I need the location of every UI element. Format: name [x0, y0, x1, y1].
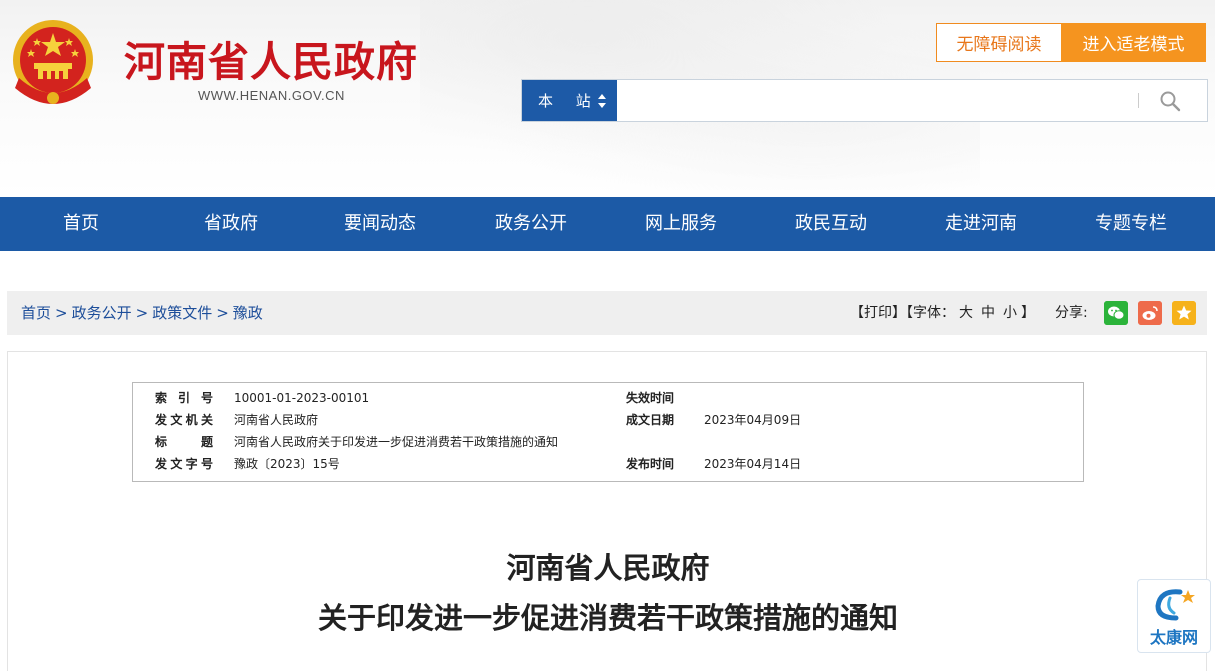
share-label: 分享:: [1055, 305, 1088, 321]
nav-item-special-topics[interactable]: 专题专栏: [1056, 197, 1206, 251]
meta-key: 成文日期: [626, 413, 675, 427]
breadcrumb-separator: >: [55, 304, 68, 322]
nav-item-online-services[interactable]: 网上服务: [606, 197, 756, 251]
meta-key: 发布时间: [626, 457, 675, 471]
meta-value: 10001-01-2023-00101: [234, 391, 370, 405]
page-tools: 【打印】【字体：大中小】: [850, 291, 1035, 335]
search-scope-select[interactable]: 本 站: [522, 80, 617, 121]
updown-arrow-icon: [598, 94, 606, 108]
meta-key: 发文机关: [155, 413, 213, 427]
meta-value: 2023年04月09日: [704, 413, 802, 427]
font-size-small[interactable]: 小: [1003, 305, 1017, 321]
search-scope-label: 本 站: [538, 92, 600, 110]
meta-key: 索引号: [155, 391, 213, 405]
breadcrumb: 首页 > 政务公开 > 政策文件 > 豫政: [21, 291, 263, 335]
breadcrumb-yuzheng[interactable]: 豫政: [233, 304, 263, 322]
search-icon[interactable]: [1158, 89, 1182, 113]
badge-text: 太康网: [1149, 628, 1198, 647]
main-nav: 首页 省政府 要闻动态 政务公开 网上服务 政民互动 走进河南 专题专栏: [0, 197, 1215, 251]
site-header: 河南省人民政府 WWW.HENAN.GOV.CN 无障碍阅读 进入适老模式 本 …: [0, 0, 1215, 197]
article-content: 索引号 10001-01-2023-00101 失效时间 发文机关 河南省人民政…: [7, 351, 1207, 671]
document-metadata-table: 索引号 10001-01-2023-00101 失效时间 发文机关 河南省人民政…: [132, 382, 1084, 482]
breadcrumb-bar: 首页 > 政务公开 > 政策文件 > 豫政 【打印】【字体：大中小】 分享:: [7, 291, 1207, 335]
wechat-icon[interactable]: [1104, 301, 1128, 325]
nav-item-home[interactable]: 首页: [6, 197, 156, 251]
nav-item-interaction[interactable]: 政民互动: [756, 197, 906, 251]
table-row: 发文机关 河南省人民政府 成文日期 2023年04月09日: [133, 409, 1083, 431]
font-size-medium[interactable]: 中: [981, 305, 995, 321]
accessibility-reading-button[interactable]: 无障碍阅读: [936, 23, 1062, 62]
site-title[interactable]: 河南省人民政府: [124, 28, 418, 88]
meta-key: 失效时间: [626, 391, 675, 405]
taikang-logo-icon: [1155, 589, 1195, 621]
search-bar: 本 站: [521, 79, 1208, 122]
favorite-icon[interactable]: [1172, 301, 1196, 325]
font-size-prefix: 【字体：: [906, 305, 955, 321]
taikang-net-badge[interactable]: 太康网: [1137, 579, 1211, 653]
meta-value: 2023年04月14日: [704, 457, 802, 471]
document-title-subject: 关于印发进一步促进消费若干政策措施的通知: [317, 601, 898, 635]
nav-item-provincial-government[interactable]: 省政府: [156, 197, 306, 251]
nav-item-about-henan[interactable]: 走进河南: [906, 197, 1056, 251]
search-input[interactable]: [618, 80, 1138, 121]
meta-value: 豫政〔2023〕15号: [234, 457, 340, 471]
table-row: 发文字号 豫政〔2023〕15号 发布时间 2023年04月14日: [133, 453, 1083, 475]
national-emblem-icon: [13, 20, 93, 104]
meta-value: 河南省人民政府: [234, 413, 319, 427]
table-row: 标题 河南省人民政府关于印发进一步促进消费若干政策措施的通知: [133, 431, 1083, 453]
elder-mode-button[interactable]: 进入适老模式: [1061, 23, 1206, 62]
print-link[interactable]: 【打印】: [850, 305, 906, 321]
meta-value: 河南省人民政府关于印发进一步促进消费若干政策措施的通知: [234, 435, 559, 449]
table-row: 索引号 10001-01-2023-00101 失效时间: [133, 387, 1083, 409]
breadcrumb-home[interactable]: 首页: [21, 304, 51, 322]
document-title-issuer: 河南省人民政府: [506, 551, 710, 585]
meta-key: 标题: [155, 435, 213, 449]
breadcrumb-government-affairs[interactable]: 政务公开: [72, 304, 132, 322]
nav-item-news[interactable]: 要闻动态: [305, 197, 455, 251]
font-size-large[interactable]: 大: [959, 305, 973, 321]
font-size-suffix: 】: [1021, 305, 1035, 321]
meta-key: 发文字号: [155, 457, 213, 471]
breadcrumb-separator: >: [135, 304, 149, 322]
site-url: WWW.HENAN.GOV.CN: [198, 88, 345, 103]
nav-item-government-affairs[interactable]: 政务公开: [456, 197, 606, 251]
breadcrumb-policy-documents[interactable]: 政策文件: [152, 304, 212, 322]
weibo-icon[interactable]: [1138, 301, 1162, 325]
search-divider: [1138, 93, 1139, 108]
breadcrumb-separator: >: [216, 304, 229, 322]
